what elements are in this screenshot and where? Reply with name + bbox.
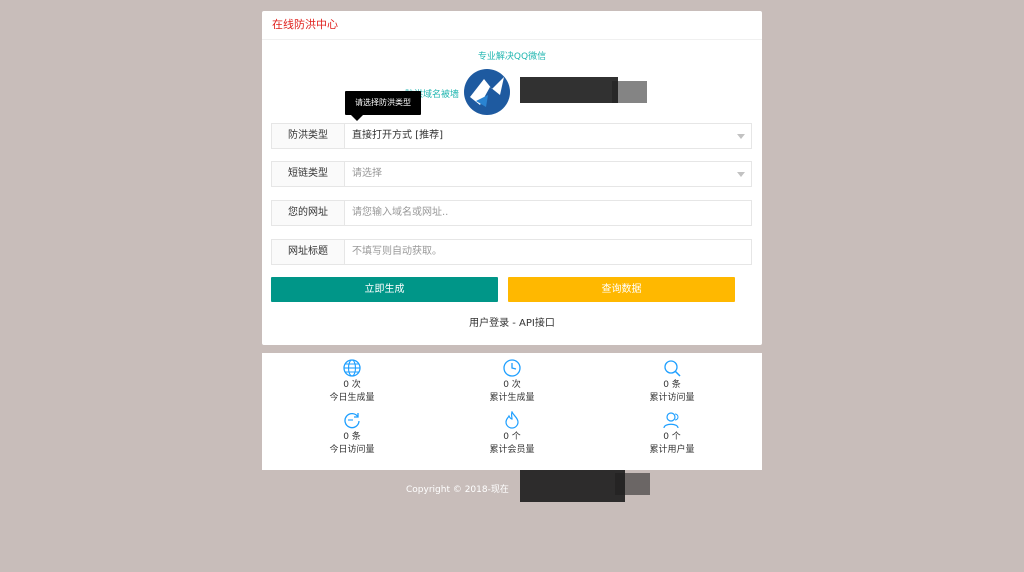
stat-label: 累计会员量 — [489, 445, 535, 455]
stat-label: 今日访问量 — [329, 445, 375, 455]
query-button[interactable]: 查询数据 — [508, 277, 735, 302]
stat-today-generated: 0 次 今日生成量 — [272, 359, 432, 405]
shortlink-label: 短链类型 — [272, 162, 345, 186]
stat-label: 累计生成量 — [489, 393, 535, 403]
refresh-icon — [344, 413, 360, 429]
url-label: 您的网址 — [272, 201, 345, 225]
url-input[interactable]: 请您输入域名或网址.. — [345, 201, 751, 225]
logo-icon — [464, 69, 510, 115]
stat-today-visits: 0 条 今日访问量 — [272, 411, 432, 457]
redacted-block — [612, 81, 647, 103]
generate-button[interactable]: 立即生成 — [271, 277, 498, 302]
shortlink-row: 短链类型 请选择 — [271, 161, 752, 187]
type-label: 防洪类型 — [272, 124, 345, 148]
stat-value: 0 个 — [503, 432, 521, 442]
shortlink-placeholder: 请选择 — [352, 168, 382, 179]
shortlink-select[interactable]: 请选择 — [345, 162, 751, 186]
stat-label: 累计访问量 — [649, 393, 695, 403]
stat-value: 0 次 — [343, 380, 361, 390]
type-row: 防洪类型 直接打开方式 [推荐] — [271, 123, 752, 149]
clock-icon — [503, 359, 521, 377]
footer-copyright: Copyright © 2018-现在 — [406, 485, 509, 495]
stat-value: 0 条 — [663, 380, 681, 390]
stat-label: 今日生成量 — [329, 393, 375, 403]
promo-text: 专业解决QQ微信 — [477, 52, 547, 62]
fire-icon — [505, 411, 519, 429]
stat-value: 0 条 — [343, 432, 361, 442]
type-select[interactable]: 直接打开方式 [推荐] — [345, 124, 751, 148]
stat-total-generated: 0 次 累计生成量 — [432, 359, 592, 405]
redacted-block — [520, 470, 625, 502]
globe-icon — [343, 359, 361, 377]
redacted-block — [615, 473, 650, 495]
stat-total-users: 0 个 累计用户量 — [592, 411, 752, 457]
stat-label: 累计用户量 — [649, 445, 695, 455]
card-title: 在线防洪中心 — [262, 11, 762, 40]
login-api-links[interactable]: 用户登录 - API接口 — [262, 314, 762, 329]
title-row: 网址标题 不填写则自动获取。 — [271, 239, 752, 265]
stat-total-visits: 0 条 累计访问量 — [592, 359, 752, 405]
stat-value: 0 个 — [663, 432, 681, 442]
users-icon — [663, 412, 679, 429]
url-row: 您的网址 请您输入域名或网址.. — [271, 200, 752, 226]
url-placeholder: 请您输入域名或网址.. — [352, 207, 449, 218]
title-input[interactable]: 不填写则自动获取。 — [345, 240, 751, 264]
search-icon — [664, 360, 681, 377]
stats-panel: 0 次 今日生成量 0 次 累计生成量 0 条 累计访问量 0 条 今日访问量 … — [262, 353, 762, 470]
type-select-value: 直接打开方式 [推荐] — [352, 130, 443, 141]
chevron-down-icon — [737, 172, 745, 177]
title-label: 网址标题 — [272, 240, 345, 264]
stat-value: 0 次 — [503, 380, 521, 390]
chevron-down-icon — [737, 134, 745, 139]
main-card: 在线防洪中心 专业解决QQ微信 防洪域名被墙 请选择防洪类型 防洪类型 直接打开… — [262, 11, 762, 345]
redacted-block — [520, 77, 618, 103]
stat-total-members: 0 个 累计会员量 — [432, 411, 592, 457]
tooltip: 请选择防洪类型 — [345, 91, 421, 121]
title-placeholder: 不填写则自动获取。 — [352, 246, 442, 257]
